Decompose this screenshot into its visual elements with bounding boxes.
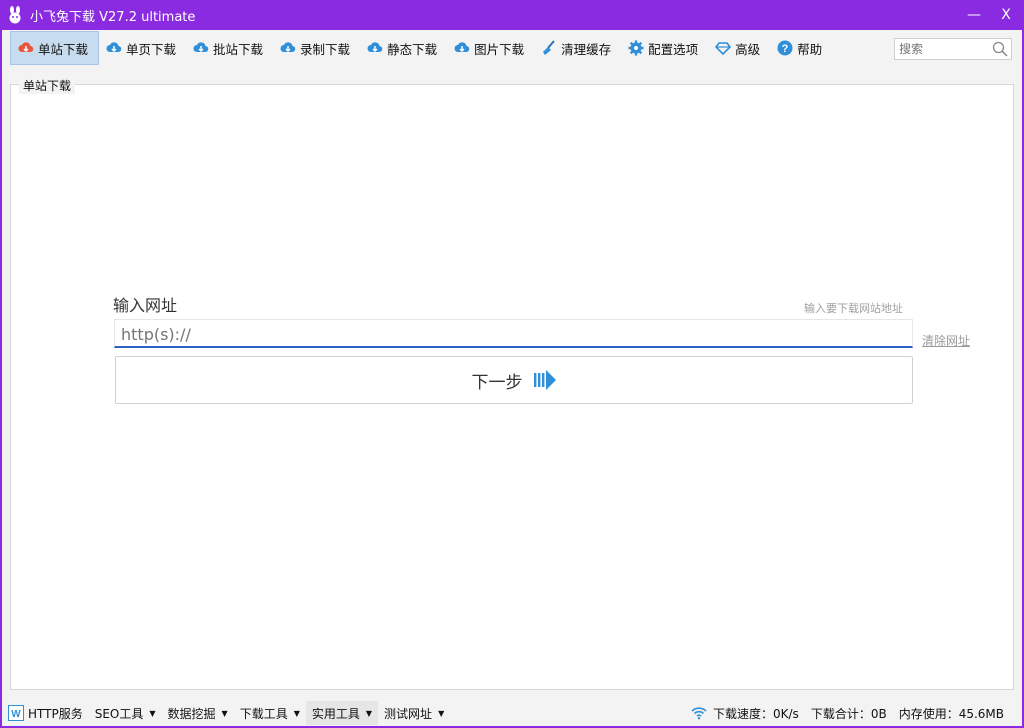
app-window: 小飞兔下载 V27.2 ultimate — X 单站下载 单页下载 批站下载 — [0, 0, 1024, 728]
url-input-box — [114, 319, 913, 348]
status-metrics: 下载速度：0K/s 下载合计：0B 内存使用：45.6MB — [679, 700, 1004, 726]
download-tools-menu[interactable]: 下载工具 ▼ — [234, 701, 306, 725]
download-speed: 下载速度：0K/s — [713, 706, 799, 721]
gear-icon — [628, 40, 644, 56]
url-hint: 输入要下载网站地址 — [804, 302, 903, 315]
status-label: 数据挖掘 — [167, 706, 216, 721]
cloud-download-icon — [454, 40, 470, 56]
cloud-download-icon — [18, 40, 34, 56]
memory-usage: 内存使用：45.6MB — [898, 706, 1004, 721]
advanced-button[interactable]: 高级 — [708, 31, 770, 65]
tab-image-download[interactable]: 图片下载 — [447, 31, 534, 65]
search-input[interactable] — [897, 41, 991, 57]
next-step-label: 下一步 — [471, 372, 523, 393]
minimize-button[interactable]: — — [958, 0, 990, 30]
svg-text:?: ? — [782, 43, 789, 55]
wifi-icon — [691, 706, 707, 720]
tab-label: 批站下载 — [213, 41, 264, 57]
panel-legend: 单站下载 — [19, 77, 76, 94]
tab-single-page-download[interactable]: 单页下载 — [99, 31, 186, 65]
title-bar: 小飞兔下载 V27.2 ultimate — X — [0, 0, 1024, 30]
tab-label: 静态下载 — [387, 41, 438, 57]
close-button[interactable]: X — [990, 0, 1022, 30]
caret-down-icon: ▼ — [221, 708, 228, 718]
status-label: 实用工具 — [311, 706, 360, 721]
main-toolbar: 单站下载 单页下载 批站下载 录制下载 静态下载 图片下载 清理缓存 配置选项 … — [2, 30, 1022, 66]
arrow-right-icon — [533, 368, 557, 392]
tab-label: 配置选项 — [648, 41, 699, 57]
tab-label: 帮助 — [797, 41, 823, 57]
help-button[interactable]: ? 帮助 — [770, 31, 832, 65]
http-service-button[interactable]: W HTTP服务 — [2, 701, 89, 725]
w-icon: W — [8, 705, 24, 721]
test-url-menu[interactable]: 测试网址 ▼ — [378, 701, 450, 725]
tab-label: 图片下载 — [474, 41, 525, 57]
broom-icon — [541, 40, 557, 56]
clear-cache-button[interactable]: 清理缓存 — [534, 31, 621, 65]
status-bar: W HTTP服务 SEO工具 ▼ 数据挖掘 ▼ 下载工具 ▼ 实用工具 ▼ 测试网址 ▼ … — [2, 700, 1022, 726]
status-label: SEO工具 — [94, 706, 144, 721]
cloud-download-icon — [280, 40, 296, 56]
download-total: 下载合计：0B — [810, 706, 887, 721]
help-icon: ? — [777, 40, 793, 56]
caret-down-icon: ▼ — [365, 708, 373, 718]
settings-button[interactable]: 配置选项 — [621, 31, 708, 65]
rabbit-logo-icon — [5, 5, 25, 25]
tab-record-download[interactable]: 录制下载 — [273, 31, 360, 65]
svg-text:W: W — [11, 709, 21, 720]
status-label: HTTP服务 — [28, 706, 83, 721]
url-label: 输入网址 — [113, 296, 178, 315]
caret-down-icon: ▼ — [149, 708, 156, 718]
tab-label: 录制下载 — [300, 41, 351, 57]
search-box — [894, 38, 1012, 60]
clear-url-link[interactable]: 清除网址 — [922, 332, 970, 349]
status-label: 测试网址 — [384, 706, 433, 721]
tab-label: 单页下载 — [126, 41, 177, 57]
cloud-download-icon — [367, 40, 383, 56]
caret-down-icon: ▼ — [293, 708, 300, 718]
url-input[interactable] — [115, 320, 903, 348]
tab-batch-site-download[interactable]: 批站下载 — [186, 31, 273, 65]
caret-down-icon: ▼ — [438, 708, 445, 718]
next-step-button[interactable]: 下一步 — [115, 356, 913, 404]
seo-tools-menu[interactable]: SEO工具 ▼ — [89, 701, 162, 725]
tab-static-download[interactable]: 静态下载 — [360, 31, 447, 65]
status-label: 下载工具 — [239, 706, 288, 721]
diamond-icon — [715, 40, 732, 56]
tab-label: 高级 — [735, 41, 761, 57]
data-mining-menu[interactable]: 数据挖掘 ▼ — [162, 701, 234, 725]
search-icon[interactable] — [992, 41, 1008, 57]
cloud-download-icon — [106, 40, 122, 56]
tab-label: 单站下载 — [38, 41, 89, 57]
window-title: 小飞兔下载 V27.2 ultimate — [30, 9, 196, 25]
tab-single-site-download[interactable]: 单站下载 — [10, 31, 100, 65]
tab-label: 清理缓存 — [561, 41, 612, 57]
cloud-download-icon — [193, 40, 209, 56]
utility-tools-menu[interactable]: 实用工具 ▼ — [305, 701, 379, 725]
